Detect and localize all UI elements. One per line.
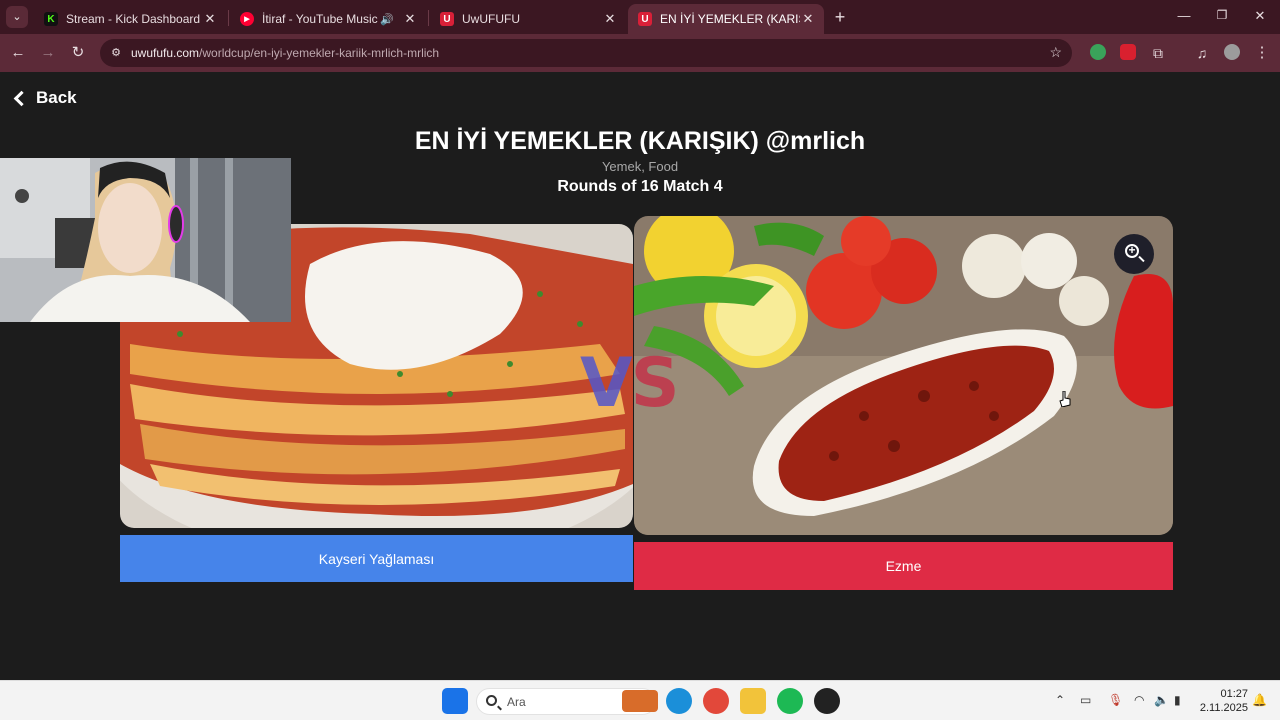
- media-control-icon[interactable]: ♫: [1192, 43, 1212, 63]
- taskbar: Ara ⌃ ▭ 🎙 ◠ 🔈 ▮ 01:27 2.11.2025 🔔: [0, 680, 1280, 720]
- back-label: Back: [36, 88, 77, 107]
- wifi-icon[interactable]: ◠: [1134, 693, 1144, 707]
- tab-youtube-music[interactable]: ▶ İtiraf - YouTube Music 🔊 ✕: [230, 4, 426, 34]
- tab-separator: [228, 10, 229, 26]
- chevron-left-icon: [13, 90, 30, 106]
- tab-en-iyi-yemekler[interactable]: U EN İYİ YEMEKLER (KARIŞIK) @mrlich ✕: [628, 4, 824, 34]
- right-choice-image[interactable]: [634, 216, 1173, 535]
- ezme-button[interactable]: Ezme: [634, 542, 1173, 590]
- tab-uwufufu[interactable]: U UwUFUFU ✕: [430, 4, 626, 34]
- back-arrow-icon[interactable]: ←: [8, 43, 28, 63]
- youtube-music-favicon-icon: ▶: [240, 12, 254, 26]
- uwufufu-favicon-icon: U: [638, 12, 652, 26]
- windows-start-icon[interactable]: [442, 688, 468, 714]
- extension-green-icon[interactable]: [1090, 44, 1106, 60]
- tab-search-button[interactable]: ⌄: [6, 6, 28, 28]
- page-title: EN İYİ YEMEKLER (KARIŞIK) @mrlich: [414, 127, 866, 155]
- tab-kick-dashboard[interactable]: K Stream - Kick Dashboard ✕: [34, 4, 226, 34]
- url-host: uwufufu.com: [131, 46, 200, 60]
- webcam-overlay: [0, 158, 291, 322]
- file-explorer-icon[interactable]: [740, 688, 766, 714]
- uwufufu-favicon-icon: U: [440, 12, 454, 26]
- bookmark-star-icon[interactable]: ☆: [1049, 44, 1062, 61]
- browser-toolbar: ← → ↻ ⚙ uwufufu.com/worldcup/en-iyi-yeme…: [0, 34, 1280, 72]
- forward-arrow-icon[interactable]: →: [38, 43, 58, 63]
- close-tab-icon[interactable]: ✕: [202, 11, 218, 27]
- tab-title: EN İYİ YEMEKLER (KARIŞIK) @mrlich: [660, 12, 800, 26]
- volume-icon[interactable]: 🔈: [1154, 693, 1169, 707]
- minimize-icon[interactable]: —: [1174, 8, 1194, 23]
- notification-bell-icon[interactable]: 🔔: [1252, 693, 1267, 707]
- close-window-icon[interactable]: ✕: [1250, 8, 1270, 24]
- search-placeholder: Ara: [507, 695, 526, 709]
- site-info-icon[interactable]: ⚙: [108, 45, 124, 61]
- close-tab-icon[interactable]: ✕: [800, 11, 816, 27]
- ezme-photo: [634, 216, 1173, 535]
- vs-s: S: [630, 344, 680, 423]
- vs-v: V: [580, 344, 633, 423]
- tab-separator: [428, 10, 429, 26]
- zoom-in-button[interactable]: +: [1114, 234, 1154, 274]
- system-clock[interactable]: 01:27 2.11.2025: [1196, 687, 1248, 715]
- battery-icon[interactable]: ▮: [1174, 693, 1181, 707]
- clock-time: 01:27: [1220, 688, 1248, 700]
- extensions-puzzle-icon[interactable]: ⧉: [1148, 43, 1168, 63]
- webcam-feed: [0, 158, 291, 322]
- kayseri-yaglamasi-button[interactable]: Kayseri Yağlaması: [120, 535, 633, 582]
- plus-icon: +: [1128, 243, 1136, 257]
- url-path: /worldcup/en-iyi-yemekler-kariik-mrlich-…: [199, 46, 440, 60]
- vs-label: VS: [580, 344, 680, 423]
- tab-title: UwUFUFU: [462, 12, 520, 26]
- microphone-icon[interactable]: 🎙: [1108, 693, 1123, 707]
- close-tab-icon[interactable]: ✕: [402, 11, 418, 27]
- close-tab-icon[interactable]: ✕: [602, 11, 618, 27]
- spotify-icon[interactable]: [777, 688, 803, 714]
- kick-favicon-icon: K: [44, 12, 58, 26]
- tab-title: İtiraf - YouTube Music: [262, 12, 378, 26]
- obs-icon[interactable]: [814, 688, 840, 714]
- tray-chevron-icon[interactable]: ⌃: [1055, 693, 1065, 707]
- menu-dots-icon[interactable]: ⋮: [1252, 43, 1272, 63]
- address-bar[interactable]: ⚙ uwufufu.com/worldcup/en-iyi-yemekler-k…: [100, 39, 1072, 67]
- new-tab-button[interactable]: +: [830, 7, 850, 27]
- zoom-handle-icon: [1138, 255, 1145, 263]
- extension-red-icon[interactable]: [1120, 44, 1136, 60]
- restore-icon[interactable]: ❐: [1212, 8, 1232, 22]
- search-icon: [486, 695, 497, 706]
- chrome-icon[interactable]: [703, 688, 729, 714]
- tab-title: Stream - Kick Dashboard: [66, 12, 201, 26]
- back-link[interactable]: Back: [13, 88, 77, 108]
- widgets-icon[interactable]: [622, 690, 658, 712]
- edge-icon[interactable]: [666, 688, 692, 714]
- url-text[interactable]: uwufufu.com/worldcup/en-iyi-yemekler-kar…: [131, 46, 439, 60]
- clock-date: 2.11.2025: [1199, 702, 1248, 714]
- hand-cursor-icon: [1059, 391, 1071, 407]
- speaker-icon[interactable]: 🔊: [380, 13, 394, 26]
- cast-icon[interactable]: ▭: [1080, 693, 1091, 707]
- tab-strip: ⌄ K Stream - Kick Dashboard ✕ ▶ İtiraf -…: [0, 0, 1280, 34]
- reload-icon[interactable]: ↻: [68, 43, 88, 63]
- profile-avatar-icon[interactable]: [1224, 44, 1240, 60]
